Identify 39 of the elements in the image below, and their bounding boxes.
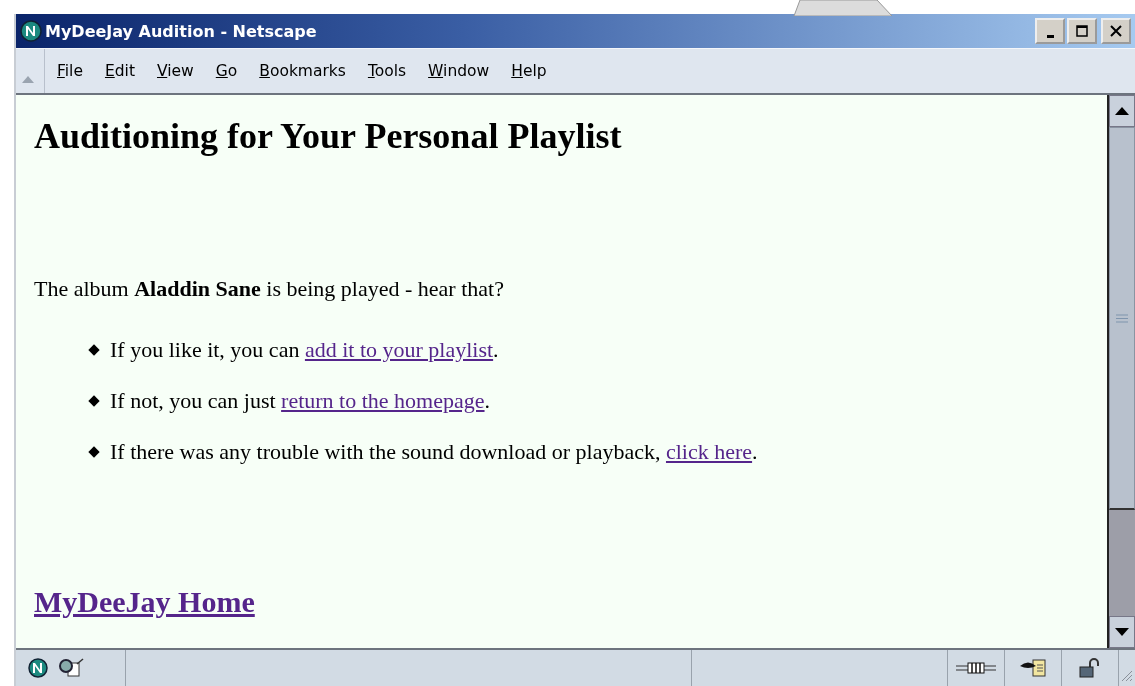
bullet-icon — [88, 395, 100, 407]
bullet-text: If there was any trouble with the sound download or playback, click here. — [110, 438, 758, 465]
close-icon — [1110, 25, 1122, 37]
bullet-icon — [88, 344, 100, 356]
menu-item[interactable]: Bookmarks — [259, 62, 346, 80]
scroll-down-button[interactable] — [1109, 616, 1135, 648]
magnifier-document-icon[interactable] — [58, 658, 84, 678]
eye-document-icon — [1018, 659, 1048, 677]
menu-item[interactable]: View — [157, 62, 194, 80]
page-heading: Auditioning for Your Personal Playlist — [34, 115, 623, 158]
scroll-up-button[interactable] — [1109, 95, 1135, 127]
menu-item[interactable]: File — [57, 62, 83, 80]
bullet-icon — [88, 446, 100, 458]
menu-item[interactable]: Tools — [367, 62, 407, 80]
unlocked-padlock-icon — [1079, 658, 1101, 678]
netscape-logo-icon[interactable] — [28, 658, 48, 678]
text-link[interactable]: add it to your playlist — [304, 336, 494, 362]
text-link[interactable]: click here — [665, 438, 753, 464]
up-triangle-icon — [1115, 107, 1129, 115]
intro-text: The album Aladdin Sane is being played - hear that? — [34, 276, 505, 303]
minimize-button[interactable] — [1035, 18, 1065, 44]
menu-item[interactable]: Edit — [104, 62, 135, 80]
menu-item[interactable]: Help — [511, 62, 547, 80]
menu-item[interactable]: Go — [215, 62, 238, 80]
bullet-text: If you like it, you can add it to your playlist. — [110, 336, 499, 363]
scrollbar-thumb[interactable] — [1109, 127, 1135, 510]
minimize-icon — [1046, 34, 1054, 38]
down-triangle-icon — [1115, 628, 1129, 636]
resize-grip-icon[interactable] — [1119, 668, 1133, 682]
maximize-icon — [1076, 25, 1088, 37]
connection-plug-icon — [956, 661, 996, 675]
netscape-logo-icon — [20, 20, 42, 42]
bullet-text: If not, you can just return to the homepage. — [110, 387, 491, 414]
menu-item[interactable]: Window — [428, 62, 490, 80]
home-link[interactable]: MyDeeJay Home — [34, 585, 255, 620]
text-link[interactable]: return to the homepage — [281, 387, 485, 413]
close-button[interactable] — [1101, 18, 1131, 44]
window-title: MyDeeJay Audition - Netscape — [45, 21, 318, 41]
maximize-button[interactable] — [1067, 18, 1097, 44]
